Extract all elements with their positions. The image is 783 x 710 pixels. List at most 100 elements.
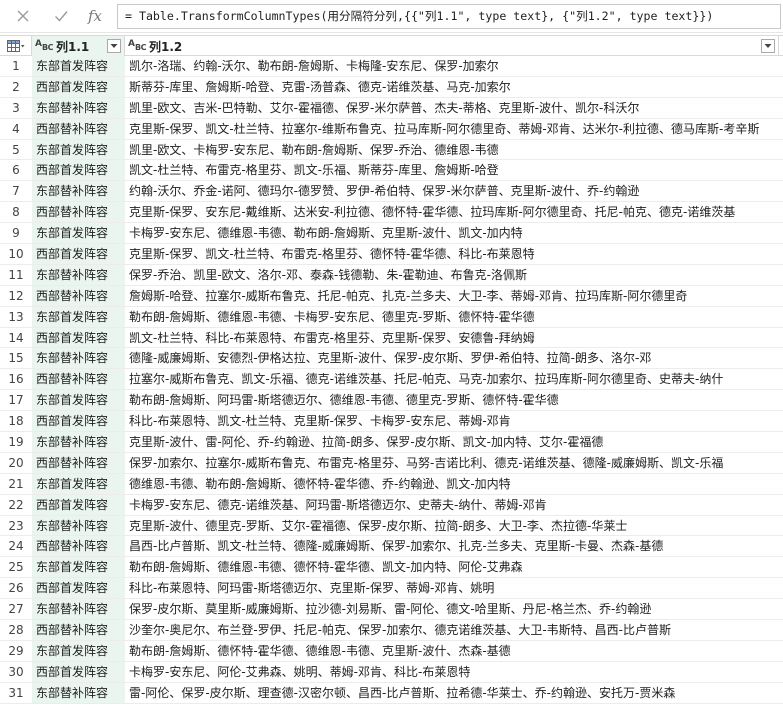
filter-dropdown-icon[interactable]	[107, 39, 121, 53]
cell-col1-2[interactable]: 凯文-杜兰特、科比-布莱恩特、布雷克-格里芬、克里斯-保罗、安德鲁-拜纳姆	[125, 328, 779, 348]
cell-col1-1[interactable]: 东部首发阵容	[32, 557, 125, 578]
cell-col1-2[interactable]: 科比-布莱恩特、凯文-杜兰特、克里斯-保罗、卡梅罗-安东尼、蒂姆-邓肯	[125, 411, 779, 431]
text-type-icon[interactable]: A BC	[128, 39, 146, 53]
cell-col1-1[interactable]: 西部替补阵容	[32, 118, 125, 139]
table-row[interactable]: 17 东部首发阵容 勒布朗-詹姆斯、阿玛雷-斯塔德迈尔、德维恩-韦德、德里克-罗斯、…	[0, 390, 783, 412]
table-row[interactable]: 31 东部替补阵容 雷-阿伦、保罗-皮尔斯、理查德-汉密尔顿、昌西-比卢普斯、拉希德…	[0, 682, 783, 704]
cell-col1-2[interactable]: 卡梅罗-安东尼、阿伦-艾弗森、姚明、蒂姆-邓肯、科比-布莱恩特	[125, 662, 779, 682]
table-row[interactable]: 12 西部替补阵容 詹姆斯-哈登、拉塞尔-威斯布鲁克、托尼-帕克、扎克-兰多夫、大卫…	[0, 285, 783, 307]
cell-col1-2[interactable]: 克里斯-保罗、凯文-杜兰特、布雷克-格里芬、德怀特-霍华德、科比-布莱恩特	[125, 244, 779, 264]
column-header-col1-1[interactable]: A BC 列1.1	[32, 36, 125, 56]
cell-col1-2[interactable]: 凯尔-洛瑞、约翰-沃尔、勒布朗-詹姆斯、卡梅隆-安东尼、保罗-加索尔	[125, 56, 779, 76]
table-row[interactable]: 1 东部首发阵容 凯尔-洛瑞、约翰-沃尔、勒布朗-詹姆斯、卡梅隆-安东尼、保罗-加索…	[0, 56, 783, 77]
close-icon[interactable]	[12, 5, 34, 27]
table-row[interactable]: 8 西部替补阵容 克里斯-保罗、安东尼-戴维斯、达米安-利拉德、德怀特-霍华德、拉玛…	[0, 202, 783, 224]
cell-col1-2[interactable]: 德隆-威廉姆斯、安德烈-伊格达拉、克里斯-波什、保罗-皮尔斯、罗伊-希伯特、拉简…	[125, 348, 779, 368]
table-row[interactable]: 28 西部替补阵容 沙奎尔-奥尼尔、布兰登-罗伊、托尼-帕克、保罗-加索尔、德克诺维…	[0, 620, 783, 641]
cell-col1-1[interactable]: 东部替补阵容	[32, 682, 125, 703]
table-row[interactable]: 18 西部首发阵容 科比-布莱恩特、凯文-杜兰特、克里斯-保罗、卡梅罗-安东尼、蒂姆…	[0, 411, 783, 433]
cell-col1-1[interactable]: 西部首发阵容	[32, 244, 125, 264]
table-row[interactable]: 5 东部首发阵容 凯里-欧文、卡梅罗-安东尼、勒布朗-詹姆斯、保罗-乔治、德维恩-韦…	[0, 139, 783, 161]
cell-col1-1[interactable]: 西部替补阵容	[32, 369, 125, 390]
cell-col1-1[interactable]: 东部首发阵容	[32, 390, 125, 411]
fx-icon[interactable]: fx	[84, 5, 106, 27]
cell-col1-1[interactable]: 西部替补阵容	[32, 285, 125, 306]
cell-col1-2[interactable]: 克里斯-保罗、安东尼-戴维斯、达米安-利拉德、德怀特-霍华德、拉玛库斯-阿尔德里…	[125, 202, 779, 222]
table-row[interactable]: 10 西部首发阵容 克里斯-保罗、凯文-杜兰特、布雷克-格里芬、德怀特-霍华德、科比…	[0, 244, 783, 265]
cell-col1-1[interactable]: 东部替补阵容	[32, 515, 125, 536]
cell-col1-2[interactable]: 勒布朗-詹姆斯、德维恩-韦德、德怀特-霍华德、凯文-加内特、阿伦-艾弗森	[125, 557, 779, 577]
cell-col1-2[interactable]: 雷-阿伦、保罗-皮尔斯、理查德-汉密尔顿、昌西-比卢普斯、拉希德-华莱士、乔-约…	[125, 683, 779, 703]
cell-col1-1[interactable]: 东部首发阵容	[32, 306, 125, 327]
text-type-icon[interactable]: A BC	[35, 39, 53, 53]
cell-col1-1[interactable]: 东部替补阵容	[32, 599, 125, 620]
cell-col1-2[interactable]: 沙奎尔-奥尼尔、布兰登-罗伊、托尼-帕克、保罗-加索尔、德克诺维茨基、大卫-韦斯…	[125, 620, 779, 640]
table-row[interactable]: 26 西部首发阵容 科比-布莱恩特、阿玛雷-斯塔德迈尔、克里斯-保罗、蒂姆-邓肯、姚…	[0, 578, 783, 600]
cell-col1-2[interactable]: 勒布朗-詹姆斯、德维恩-韦德、卡梅罗-安东尼、德里克-罗斯、德怀特-霍华德	[125, 307, 779, 327]
cell-col1-2[interactable]: 保罗-乔治、凯里-欧文、洛尔-邓、泰森-钱德勒、朱-霍勒迪、布鲁克-洛佩斯	[125, 265, 779, 285]
cell-col1-2[interactable]: 詹姆斯-哈登、拉塞尔-威斯布鲁克、托尼-帕克、扎克-兰多夫、大卫-李、蒂姆-邓肯…	[125, 286, 779, 306]
cell-col1-2[interactable]: 凯里-欧文、卡梅罗-安东尼、勒布朗-詹姆斯、保罗-乔治、德维恩-韦德	[125, 140, 779, 160]
table-row[interactable]: 23 东部替补阵容 克里斯-波什、德里克-罗斯、艾尔-霍福德、保罗-皮尔斯、拉简-朗…	[0, 515, 783, 537]
cell-col1-2[interactable]: 卡梅罗-安东尼、德克-诺维茨基、阿玛雷-斯塔德迈尔、史蒂夫-纳什、蒂姆-邓肯	[125, 495, 779, 515]
formula-input[interactable]: = Table.TransformColumnTypes(用分隔符分列,{{"列…	[117, 4, 781, 29]
cell-col1-1[interactable]: 东部首发阵容	[32, 139, 125, 160]
table-row[interactable]: 22 西部首发阵容 卡梅罗-安东尼、德克-诺维茨基、阿玛雷-斯塔德迈尔、史蒂夫-纳什…	[0, 494, 783, 516]
cell-col1-2[interactable]: 保罗-皮尔斯、莫里斯-威廉姆斯、拉沙德-刘易斯、雷-阿伦、德文-哈里斯、丹尼-格…	[125, 599, 779, 619]
cell-col1-1[interactable]: 西部首发阵容	[32, 578, 125, 599]
cell-col1-2[interactable]: 克里斯-波什、德里克-罗斯、艾尔-霍福德、保罗-皮尔斯、拉简-朗多、大卫-李、杰…	[125, 516, 779, 536]
cell-col1-1[interactable]: 西部首发阵容	[32, 494, 125, 515]
table-row[interactable]: 2 西部首发阵容 斯蒂芬-库里、詹姆斯-哈登、克雷-汤普森、德克-诺维茨基、马克-加…	[0, 76, 783, 98]
cell-col1-2[interactable]: 约翰-沃尔、乔金-诺阿、德玛尔-德罗赞、罗伊-希伯特、保罗-米尔萨普、克里斯-波…	[125, 181, 779, 201]
cell-col1-2[interactable]: 斯蒂芬-库里、詹姆斯-哈登、克雷-汤普森、德克-诺维茨基、马克-加索尔	[125, 77, 779, 97]
table-row[interactable]: 3 东部替补阵容 凯里-欧文、吉米-巴特勒、艾尔-霍福德、保罗-米尔萨普、杰夫-蒂格…	[0, 97, 783, 119]
table-row[interactable]: 4 西部替补阵容 克里斯-保罗、凯文-杜兰特、拉塞尔-维斯布鲁克、拉马库斯-阿尔德里…	[0, 118, 783, 140]
cell-col1-1[interactable]: 东部首发阵容	[32, 223, 125, 244]
table-row[interactable]: 7 东部替补阵容 约翰-沃尔、乔金-诺阿、德玛尔-德罗赞、罗伊-希伯特、保罗-米尔萨…	[0, 181, 783, 203]
cell-col1-1[interactable]: 西部首发阵容	[32, 76, 125, 97]
cell-col1-1[interactable]: 西部替补阵容	[32, 202, 125, 223]
cell-col1-1[interactable]: 西部首发阵容	[32, 327, 125, 348]
cell-col1-1[interactable]: 西部首发阵容	[32, 411, 125, 432]
cell-col1-1[interactable]: 西部替补阵容	[32, 620, 125, 640]
table-row[interactable]: 21 东部首发阵容 德维恩-韦德、勒布朗-詹姆斯、德怀特-霍华德、乔-约翰逊、凯文-…	[0, 473, 783, 495]
cell-col1-1[interactable]: 东部替补阵容	[32, 181, 125, 202]
cell-col1-1[interactable]: 东部首发阵容	[32, 640, 125, 661]
table-row[interactable]: 30 西部首发阵容 卡梅罗-安东尼、阿伦-艾弗森、姚明、蒂姆-邓肯、科比-布莱恩特	[0, 661, 783, 683]
cell-col1-1[interactable]: 西部首发阵容	[32, 661, 125, 682]
table-row[interactable]: 9 东部首发阵容 卡梅罗-安东尼、德维恩-韦德、勒布朗-詹姆斯、克里斯-波什、凯文-…	[0, 223, 783, 245]
table-row[interactable]: 29 东部首发阵容 勒布朗-詹姆斯、德怀特-霍华德、德维恩-韦德、克里斯-波什、杰森…	[0, 640, 783, 662]
table-row[interactable]: 25 东部首发阵容 勒布朗-詹姆斯、德维恩-韦德、德怀特-霍华德、凯文-加内特、阿伦…	[0, 557, 783, 579]
cell-col1-2[interactable]: 科比-布莱恩特、阿玛雷-斯塔德迈尔、克里斯-保罗、蒂姆-邓肯、姚明	[125, 578, 779, 598]
cell-col1-1[interactable]: 西部首发阵容	[32, 160, 125, 181]
cell-col1-2[interactable]: 卡梅罗-安东尼、德维恩-韦德、勒布朗-詹姆斯、克里斯-波什、凯文-加内特	[125, 223, 779, 243]
cell-col1-2[interactable]: 克里斯-保罗、凯文-杜兰特、拉塞尔-维斯布鲁克、拉马库斯-阿尔德里奇、蒂姆-邓肯…	[125, 119, 779, 139]
cell-col1-2[interactable]: 勒布朗-詹姆斯、阿玛雷-斯塔德迈尔、德维恩-韦德、德里克-罗斯、德怀特-霍华德	[125, 390, 779, 410]
table-row[interactable]: 16 西部替补阵容 拉塞尔-威斯布鲁克、凯文-乐福、德克-诺维茨基、托尼-帕克、马克…	[0, 369, 783, 391]
cell-col1-2[interactable]: 昌西-比卢普斯、凯文-杜兰特、德隆-威廉姆斯、保罗-加索尔、扎克-兰多夫、克里斯…	[125, 536, 779, 556]
cell-col1-1[interactable]: 东部替补阵容	[32, 97, 125, 118]
table-menu-icon[interactable]	[0, 36, 32, 56]
table-row[interactable]: 13 东部首发阵容 勒布朗-詹姆斯、德维恩-韦德、卡梅罗-安东尼、德里克-罗斯、德怀…	[0, 306, 783, 328]
cell-col1-1[interactable]: 东部替补阵容	[32, 264, 125, 285]
cell-col1-2[interactable]: 保罗-加索尔、拉塞尔-威斯布鲁克、布雷克-格里芬、马努-吉诺比利、德克-诺维茨基…	[125, 453, 779, 473]
table-row[interactable]: 19 东部替补阵容 克里斯-波什、雷-阿伦、乔-约翰逊、拉简-朗多、保罗-皮尔斯、凯…	[0, 432, 783, 453]
table-row[interactable]: 11 东部替补阵容 保罗-乔治、凯里-欧文、洛尔-邓、泰森-钱德勒、朱-霍勒迪、布鲁…	[0, 264, 783, 286]
table-row[interactable]: 24 西部替补阵容 昌西-比卢普斯、凯文-杜兰特、德隆-威廉姆斯、保罗-加索尔、扎克…	[0, 536, 783, 558]
cell-col1-2[interactable]: 克里斯-波什、雷-阿伦、乔-约翰逊、拉简-朗多、保罗-皮尔斯、凯文-加内特、艾尔…	[125, 432, 779, 452]
cell-col1-1[interactable]: 西部替补阵容	[32, 536, 125, 557]
cell-col1-2[interactable]: 凯文-杜兰特、布雷克-格里芬、凯文-乐福、斯蒂芬-库里、詹姆斯-哈登	[125, 160, 779, 180]
check-icon[interactable]	[50, 5, 72, 27]
table-row[interactable]: 6 西部首发阵容 凯文-杜兰特、布雷克-格里芬、凯文-乐福、斯蒂芬-库里、詹姆斯-哈…	[0, 160, 783, 182]
cell-col1-2[interactable]: 拉塞尔-威斯布鲁克、凯文-乐福、德克-诺维茨基、托尼-帕克、马克-加索尔、拉玛库…	[125, 369, 779, 389]
table-row[interactable]: 15 东部替补阵容 德隆-威廉姆斯、安德烈-伊格达拉、克里斯-波什、保罗-皮尔斯、罗…	[0, 348, 783, 370]
column-header-col1-2[interactable]: A BC 列1.2	[125, 36, 779, 56]
cell-col1-1[interactable]: 东部首发阵容	[32, 473, 125, 494]
filter-dropdown-icon[interactable]	[761, 39, 775, 53]
cell-col1-1[interactable]: 东部替补阵容	[32, 432, 125, 452]
cell-col1-2[interactable]: 凯里-欧文、吉米-巴特勒、艾尔-霍福德、保罗-米尔萨普、杰夫-蒂格、克里斯-波什…	[125, 98, 779, 118]
cell-col1-1[interactable]: 东部替补阵容	[32, 348, 125, 369]
table-row[interactable]: 27 东部替补阵容 保罗-皮尔斯、莫里斯-威廉姆斯、拉沙德-刘易斯、雷-阿伦、德文-…	[0, 599, 783, 621]
table-row[interactable]: 14 西部首发阵容 凯文-杜兰特、科比-布莱恩特、布雷克-格里芬、克里斯-保罗、安德…	[0, 327, 783, 349]
cell-col1-2[interactable]: 勒布朗-詹姆斯、德怀特-霍华德、德维恩-韦德、克里斯-波什、杰森-基德	[125, 641, 779, 661]
